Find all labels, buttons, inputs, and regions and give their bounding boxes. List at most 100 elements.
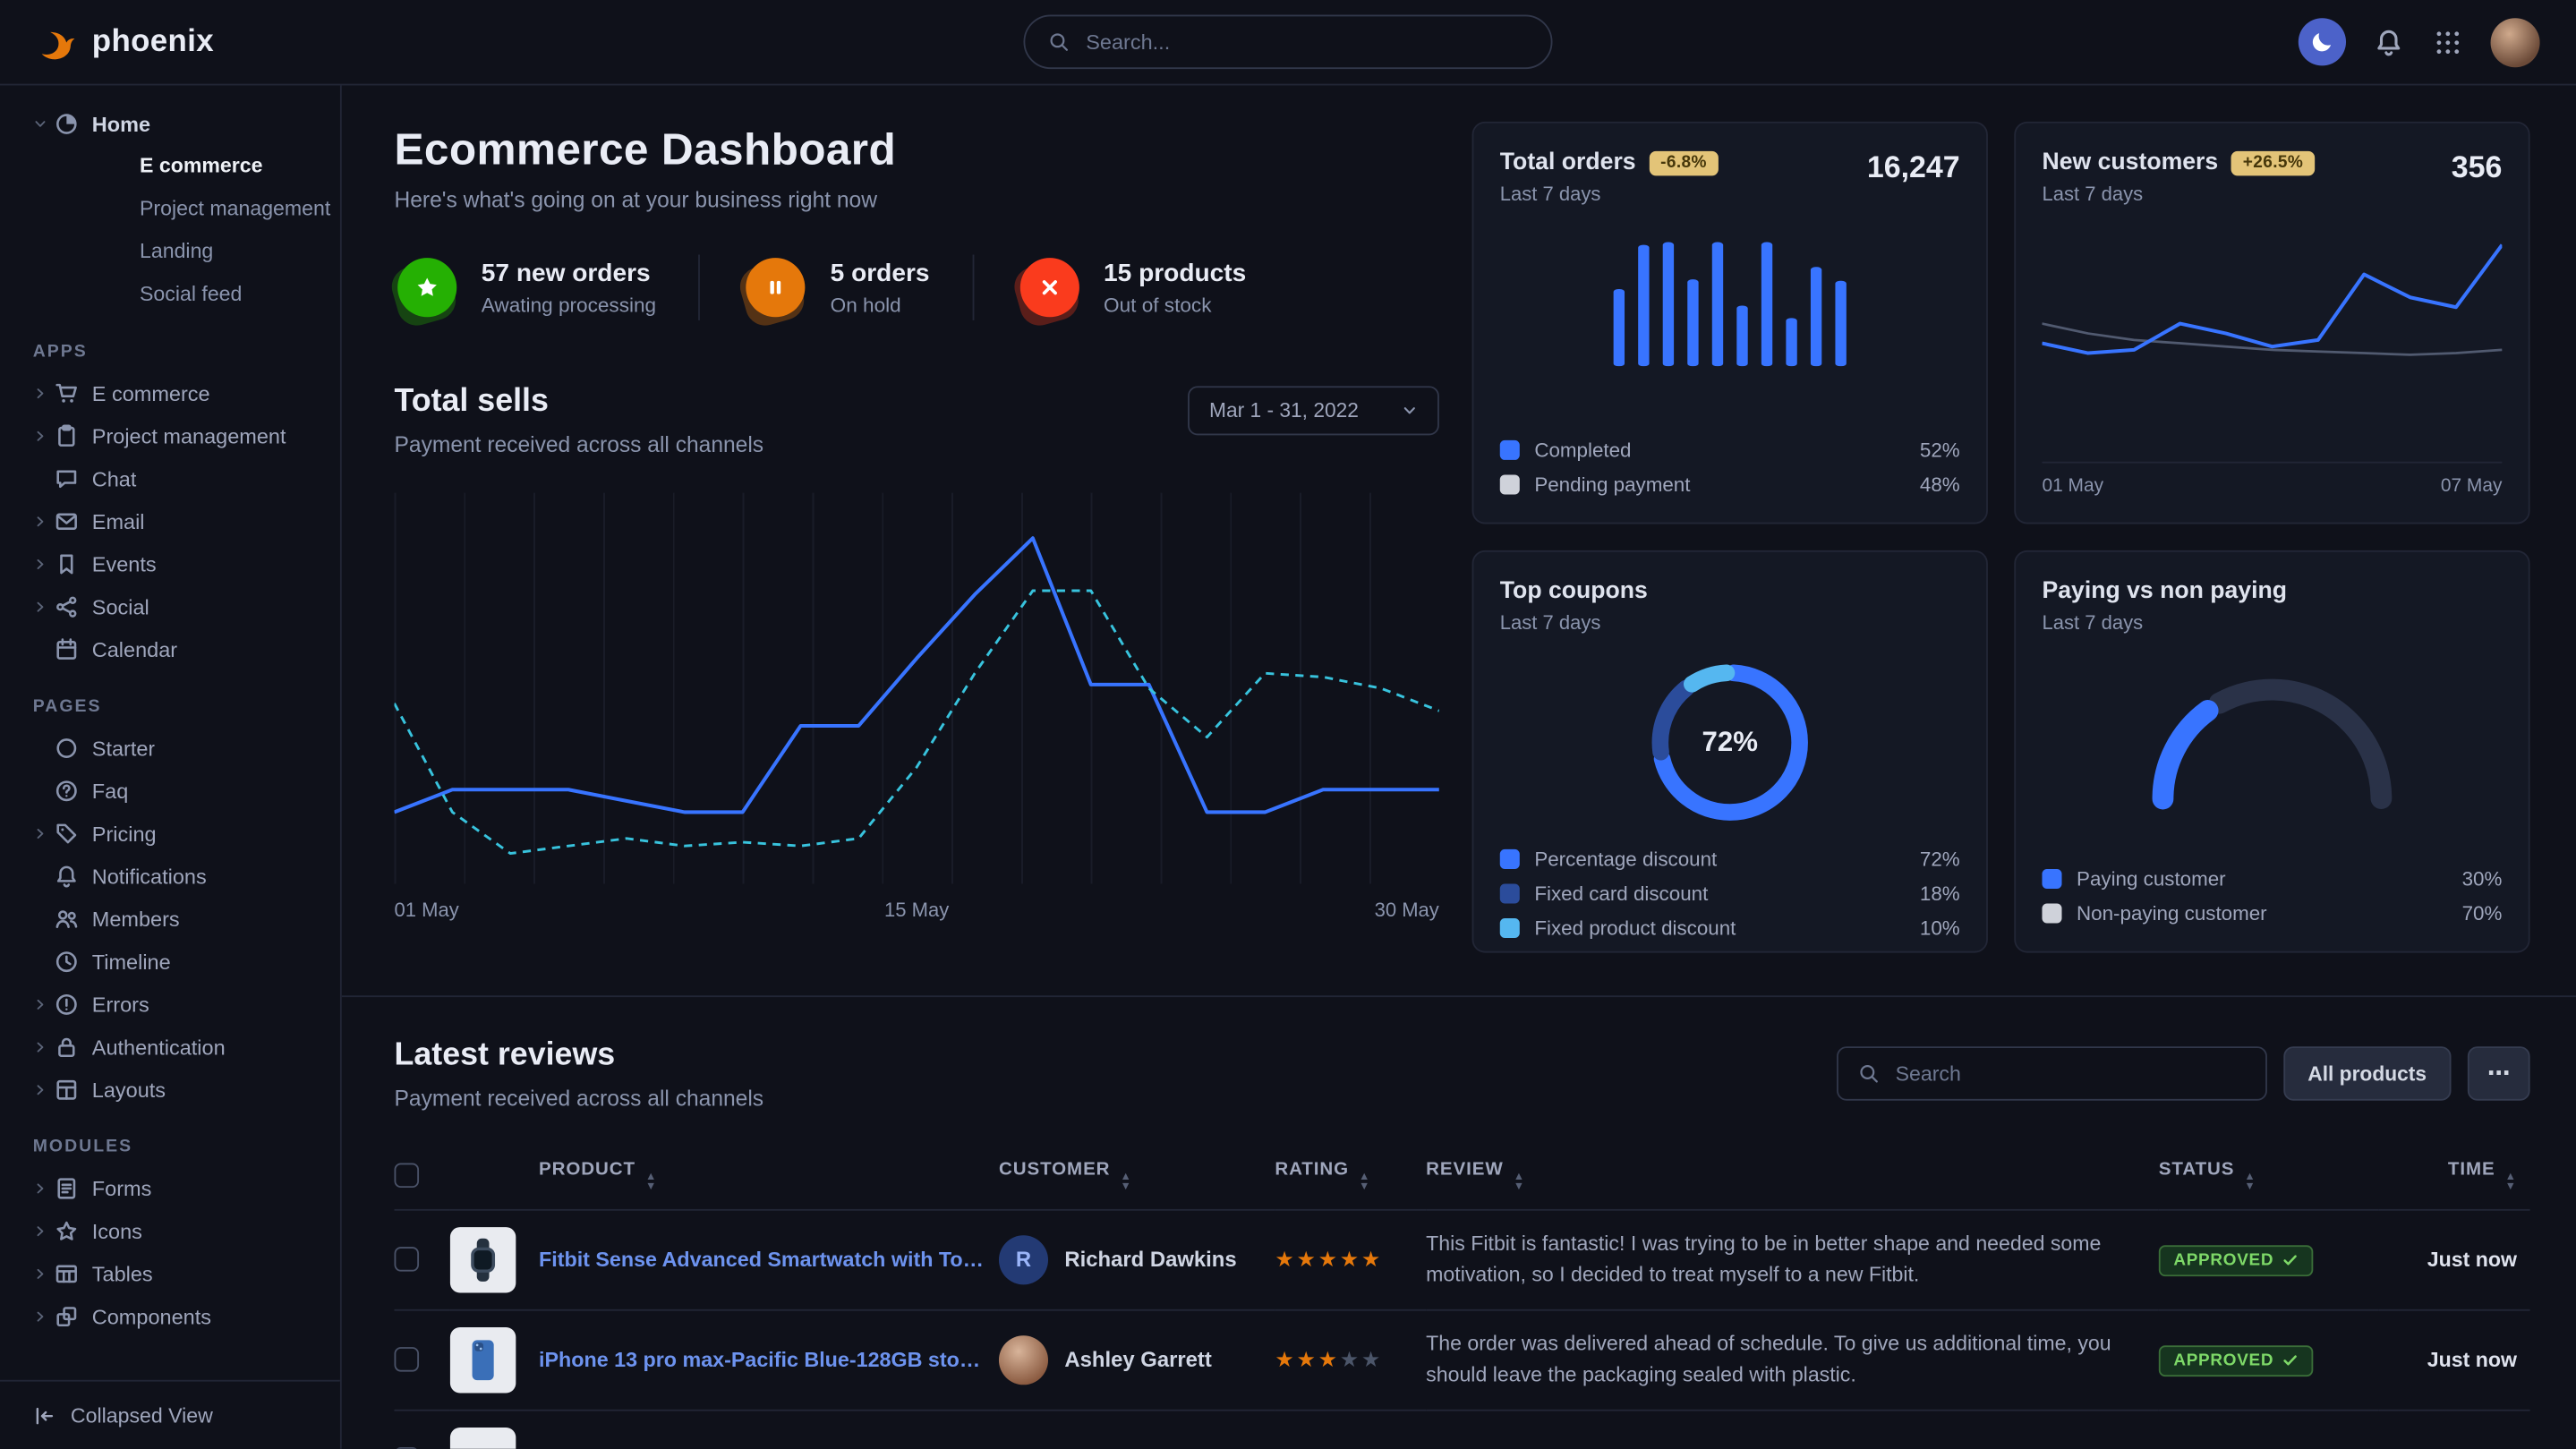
product-link[interactable]: Fitbit Sense Advanced Smartwatch with To… [539, 1248, 985, 1271]
all-products-button[interactable]: All products [2283, 1046, 2452, 1101]
sidebar-item-members[interactable]: Members [0, 897, 340, 940]
apps-menu-button[interactable] [2431, 25, 2464, 58]
column-header-review[interactable]: REVIEW [1426, 1143, 2159, 1208]
legend-swatch [2042, 869, 2061, 889]
sidebar-section-modules: MODULES [33, 1137, 340, 1156]
paying-vs-nonpaying-card: Paying vs non paying Last 7 days Paying … [2014, 550, 2529, 953]
more-options-button[interactable]: ⋯ [2468, 1046, 2530, 1101]
sidebar-item-starter[interactable]: Starter [0, 726, 340, 769]
sidebar-item-email[interactable]: Email [0, 499, 340, 542]
sidebar-item-label: Components [92, 1303, 211, 1328]
reviews-search[interactable] [1837, 1046, 2267, 1101]
moon-icon [2310, 30, 2335, 55]
sidebar-item-social[interactable]: Social [0, 584, 340, 627]
sidebar-item-project-management[interactable]: Project management [0, 187, 340, 230]
column-header-customer[interactable]: CUSTOMER [999, 1143, 1275, 1208]
legend-label: Paying customer [2077, 867, 2462, 891]
sort-icon[interactable] [645, 1173, 657, 1192]
star-icon: ★ [1275, 1346, 1296, 1371]
sidebar-item-errors[interactable]: Errors [0, 983, 340, 1026]
total-orders-card: Total orders -6.8% Last 7 days 16,247 Co… [1472, 122, 1988, 524]
stat-orders-on-hold: 5 orders On hold [699, 254, 972, 320]
chevron-right-icon [33, 514, 55, 529]
legend-item: Completed 52% [1500, 439, 1960, 462]
trend-badge: +26.5% [2231, 150, 2315, 175]
sort-icon[interactable] [1514, 1173, 1525, 1192]
bell-icon [2374, 27, 2403, 56]
sidebar-item-authentication[interactable]: Authentication [0, 1025, 340, 1068]
user-avatar[interactable] [2491, 17, 2540, 66]
search-icon [1048, 31, 1070, 53]
chat-icon [55, 465, 92, 490]
row-checkbox[interactable] [395, 1247, 420, 1272]
theme-toggle-button[interactable] [2299, 18, 2346, 65]
sidebar-item-icons[interactable]: Icons [0, 1209, 340, 1252]
brand[interactable]: phoenix [36, 21, 214, 63]
legend-value: 30% [2462, 867, 2503, 891]
tag-icon [55, 821, 92, 846]
sidebar-section-pages: PAGES [33, 696, 340, 716]
avatar [999, 1334, 1048, 1384]
row-checkbox[interactable] [395, 1347, 420, 1372]
column-header-rating[interactable]: RATING [1275, 1143, 1426, 1208]
reviews-search-input[interactable] [1892, 1061, 2246, 1087]
sort-icon[interactable] [1120, 1173, 1131, 1192]
clock-icon [55, 949, 92, 974]
sidebar-item-label: Chat [92, 465, 137, 490]
sidebar-item-faq[interactable]: Faq [0, 769, 340, 812]
sidebar-item-forms[interactable]: Forms [0, 1166, 340, 1209]
sort-icon[interactable] [2505, 1173, 2517, 1192]
sidebar-item-project-management-app[interactable]: Project management [0, 414, 340, 457]
apps-grid-icon [2433, 27, 2462, 56]
stat-value: 57 new orders [482, 259, 656, 288]
column-header-product[interactable]: PRODUCT [450, 1143, 999, 1208]
card-title: New customers [2042, 149, 2218, 175]
star-icon: ★ [1296, 1246, 1318, 1271]
sidebar-item-components[interactable]: Components [0, 1294, 340, 1337]
stats-row: 57 new orders Awating processing 5 order… [395, 254, 1439, 320]
sidebar-item-label: Social [92, 594, 149, 619]
sidebar-item-e-commerce-app[interactable]: E commerce [0, 371, 340, 414]
table-header-row: PRODUCT CUSTOMER RATING REVIEW STATUS TI… [395, 1143, 2530, 1208]
review-text: This Fitbit is fantastic! I was trying t… [1426, 1228, 2145, 1290]
sort-icon[interactable] [2244, 1173, 2256, 1192]
sidebar-item-pricing[interactable]: Pricing [0, 812, 340, 855]
sidebar-item-tables[interactable]: Tables [0, 1252, 340, 1295]
sidebar-item-e-commerce[interactable]: E commerce [0, 145, 340, 188]
select-all-checkbox[interactable] [395, 1163, 420, 1189]
legend-swatch [1500, 883, 1520, 903]
sidebar-item-label: Timeline [92, 949, 171, 974]
collapsed-view-toggle[interactable]: Collapsed View [0, 1380, 340, 1449]
status-badge: APPROVED [2159, 1344, 2314, 1376]
table-row [395, 1410, 2530, 1449]
date-range-select[interactable]: Mar 1 - 31, 2022 [1188, 386, 1439, 435]
collapse-icon [33, 1403, 56, 1427]
column-header-time[interactable]: TIME [2379, 1143, 2530, 1208]
legend-item: Pending payment 48% [1500, 473, 1960, 497]
product-link[interactable]: iPhone 13 pro max-Pacific Blue-128GB sto… [539, 1348, 985, 1371]
calendar-icon [55, 636, 92, 661]
notifications-button[interactable] [2372, 25, 2405, 58]
sort-icon[interactable] [1359, 1173, 1370, 1192]
legend-item: Fixed product discount 10% [1500, 916, 1960, 940]
stat-caption: On hold [831, 294, 930, 317]
sidebar-item-home[interactable]: Home [0, 102, 340, 145]
sidebar-item-label: Email [92, 508, 145, 533]
check-icon [2282, 1352, 2298, 1368]
global-search-input[interactable] [1083, 28, 1528, 55]
sidebar-item-events[interactable]: Events [0, 542, 340, 585]
sidebar-item-chat[interactable]: Chat [0, 456, 340, 499]
global-search[interactable] [1023, 15, 1552, 70]
column-header-status[interactable]: STATUS [2159, 1143, 2379, 1208]
sidebar-item-layouts[interactable]: Layouts [0, 1068, 340, 1111]
sidebar-item-calendar[interactable]: Calendar [0, 627, 340, 670]
sidebar-item-timeline[interactable]: Timeline [0, 940, 340, 983]
chevron-down-icon [33, 115, 55, 131]
star-icon: ★ [1340, 1246, 1361, 1271]
sidebar-item-notifications[interactable]: Notifications [0, 854, 340, 897]
sidebar-item-social-feed[interactable]: Social feed [0, 273, 340, 316]
legend-swatch [1500, 440, 1520, 460]
avatar: R [999, 1234, 1048, 1283]
stat-caption: Awating processing [482, 294, 656, 317]
sidebar-item-landing[interactable]: Landing [0, 230, 340, 273]
